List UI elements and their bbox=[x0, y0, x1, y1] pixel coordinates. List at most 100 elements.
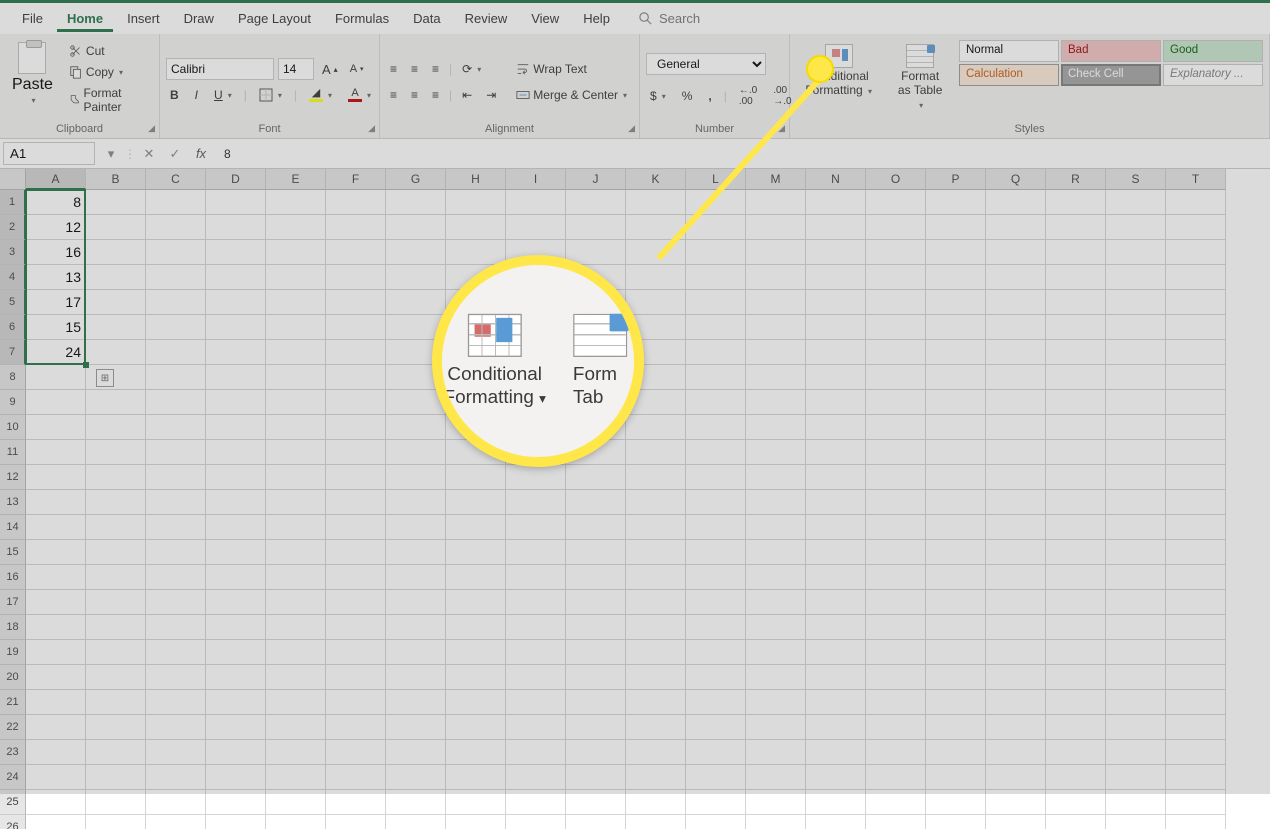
cell-B13[interactable] bbox=[86, 490, 146, 515]
cell-H18[interactable] bbox=[446, 615, 506, 640]
cell-O9[interactable] bbox=[866, 390, 926, 415]
cell-I19[interactable] bbox=[506, 640, 566, 665]
cell-Q9[interactable] bbox=[986, 390, 1046, 415]
cell-H24[interactable] bbox=[446, 765, 506, 790]
cell-A6[interactable]: 15 bbox=[26, 315, 86, 340]
decrease-font-button[interactable]: A▾ bbox=[346, 61, 368, 77]
increase-indent-button[interactable]: ⇥ bbox=[482, 86, 500, 104]
cell-I21[interactable] bbox=[506, 690, 566, 715]
cell-D8[interactable] bbox=[206, 365, 266, 390]
cell-Q3[interactable] bbox=[986, 240, 1046, 265]
cell-B18[interactable] bbox=[86, 615, 146, 640]
cell-R23[interactable] bbox=[1046, 740, 1106, 765]
cell-E8[interactable] bbox=[266, 365, 326, 390]
cell-B16[interactable] bbox=[86, 565, 146, 590]
cell-R16[interactable] bbox=[1046, 565, 1106, 590]
column-header-C[interactable]: C bbox=[146, 169, 206, 190]
cell-B10[interactable] bbox=[86, 415, 146, 440]
cell-R10[interactable] bbox=[1046, 415, 1106, 440]
cell-A13[interactable] bbox=[26, 490, 86, 515]
cell-N16[interactable] bbox=[806, 565, 866, 590]
cell-F8[interactable] bbox=[326, 365, 386, 390]
cell-C5[interactable] bbox=[146, 290, 206, 315]
cell-R22[interactable] bbox=[1046, 715, 1106, 740]
cell-S22[interactable] bbox=[1106, 715, 1166, 740]
cell-Q4[interactable] bbox=[986, 265, 1046, 290]
cell-D4[interactable] bbox=[206, 265, 266, 290]
cell-F26[interactable] bbox=[326, 815, 386, 829]
cell-C6[interactable] bbox=[146, 315, 206, 340]
style-good[interactable]: Good bbox=[1163, 40, 1263, 62]
cell-L3[interactable] bbox=[686, 240, 746, 265]
cell-R8[interactable] bbox=[1046, 365, 1106, 390]
align-middle-button[interactable]: ≡ bbox=[407, 60, 422, 78]
cell-R26[interactable] bbox=[1046, 815, 1106, 829]
cell-G13[interactable] bbox=[386, 490, 446, 515]
alignment-dialog-launcher[interactable]: ◢ bbox=[628, 123, 635, 134]
cell-K19[interactable] bbox=[626, 640, 686, 665]
cut-button[interactable]: Cut bbox=[65, 42, 153, 60]
decrease-indent-button[interactable]: ⇤ bbox=[458, 86, 476, 104]
row-header-22[interactable]: 22 bbox=[0, 715, 26, 740]
row-header-3[interactable]: 3 bbox=[0, 240, 26, 265]
row-header-5[interactable]: 5 bbox=[0, 290, 26, 315]
underline-button[interactable]: U▾ bbox=[210, 86, 236, 104]
cell-D9[interactable] bbox=[206, 390, 266, 415]
cell-E22[interactable] bbox=[266, 715, 326, 740]
cell-D18[interactable] bbox=[206, 615, 266, 640]
cell-R1[interactable] bbox=[1046, 190, 1106, 215]
row-header-19[interactable]: 19 bbox=[0, 640, 26, 665]
cell-J13[interactable] bbox=[566, 490, 626, 515]
cell-S5[interactable] bbox=[1106, 290, 1166, 315]
column-header-S[interactable]: S bbox=[1106, 169, 1166, 190]
cell-R17[interactable] bbox=[1046, 590, 1106, 615]
cell-C26[interactable] bbox=[146, 815, 206, 829]
cell-E18[interactable] bbox=[266, 615, 326, 640]
cell-B20[interactable] bbox=[86, 665, 146, 690]
cell-P15[interactable] bbox=[926, 540, 986, 565]
cell-P21[interactable] bbox=[926, 690, 986, 715]
cell-O19[interactable] bbox=[866, 640, 926, 665]
row-header-4[interactable]: 4 bbox=[0, 265, 26, 290]
cell-M23[interactable] bbox=[746, 740, 806, 765]
cell-P10[interactable] bbox=[926, 415, 986, 440]
cell-G15[interactable] bbox=[386, 540, 446, 565]
cell-K10[interactable] bbox=[626, 415, 686, 440]
cell-D6[interactable] bbox=[206, 315, 266, 340]
cell-P17[interactable] bbox=[926, 590, 986, 615]
cell-M4[interactable] bbox=[746, 265, 806, 290]
cell-L20[interactable] bbox=[686, 665, 746, 690]
align-bottom-button[interactable]: ≡ bbox=[428, 60, 443, 78]
cell-F1[interactable] bbox=[326, 190, 386, 215]
cell-O6[interactable] bbox=[866, 315, 926, 340]
cell-Q19[interactable] bbox=[986, 640, 1046, 665]
cell-O11[interactable] bbox=[866, 440, 926, 465]
cell-K15[interactable] bbox=[626, 540, 686, 565]
cell-Q12[interactable] bbox=[986, 465, 1046, 490]
cell-F17[interactable] bbox=[326, 590, 386, 615]
cell-Q20[interactable] bbox=[986, 665, 1046, 690]
cell-R4[interactable] bbox=[1046, 265, 1106, 290]
cell-K12[interactable] bbox=[626, 465, 686, 490]
cell-A15[interactable] bbox=[26, 540, 86, 565]
cell-Q10[interactable] bbox=[986, 415, 1046, 440]
cell-Q24[interactable] bbox=[986, 765, 1046, 790]
cell-T10[interactable] bbox=[1166, 415, 1226, 440]
fill-color-button[interactable]: ◢▾ bbox=[305, 86, 336, 104]
cell-M22[interactable] bbox=[746, 715, 806, 740]
cell-I16[interactable] bbox=[506, 565, 566, 590]
cell-E1[interactable] bbox=[266, 190, 326, 215]
menu-insert[interactable]: Insert bbox=[117, 5, 170, 32]
search-box[interactable]: Search bbox=[638, 11, 700, 26]
cell-M19[interactable] bbox=[746, 640, 806, 665]
cell-N10[interactable] bbox=[806, 415, 866, 440]
cell-O10[interactable] bbox=[866, 415, 926, 440]
cell-L16[interactable] bbox=[686, 565, 746, 590]
cell-F24[interactable] bbox=[326, 765, 386, 790]
cell-L6[interactable] bbox=[686, 315, 746, 340]
cell-K5[interactable] bbox=[626, 290, 686, 315]
cell-E23[interactable] bbox=[266, 740, 326, 765]
cell-J26[interactable] bbox=[566, 815, 626, 829]
column-header-K[interactable]: K bbox=[626, 169, 686, 190]
cell-D11[interactable] bbox=[206, 440, 266, 465]
